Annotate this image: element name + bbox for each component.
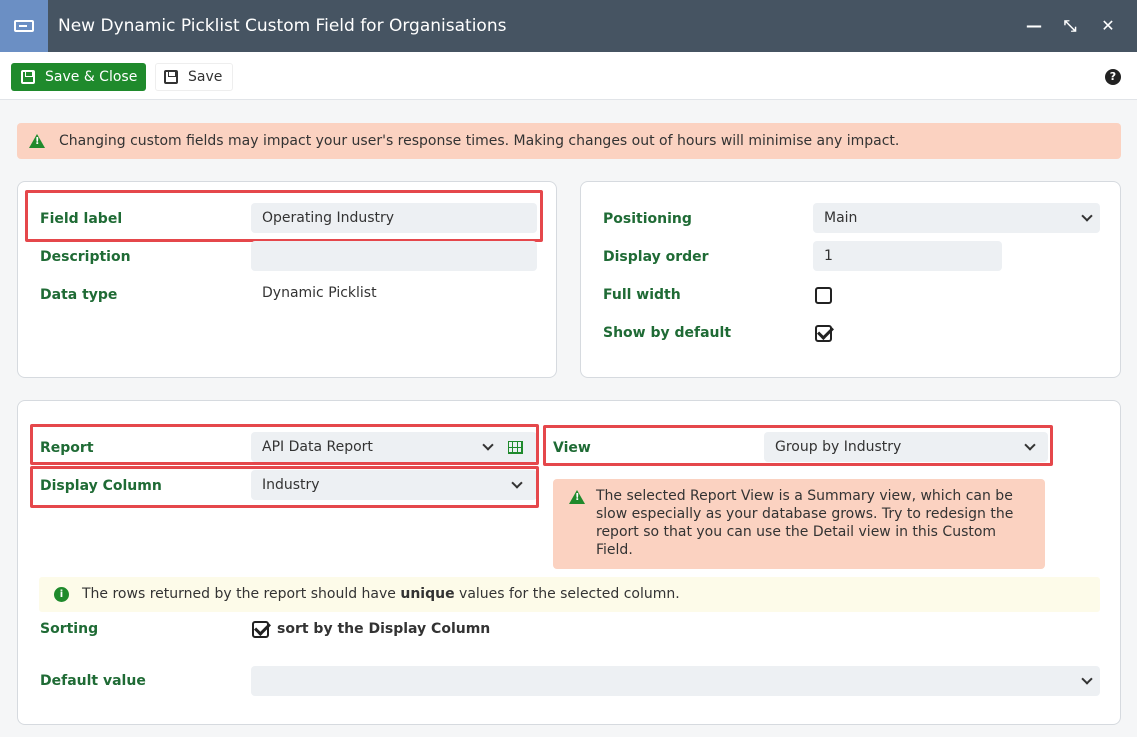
default-value-label: Default value xyxy=(40,673,146,689)
description-input[interactable] xyxy=(251,241,537,271)
info-suffix: values for the selected column. xyxy=(459,586,680,602)
view-value: Group by Industry xyxy=(775,439,902,455)
warning-banner-text: Changing custom fields may impact your u… xyxy=(59,133,900,149)
save-and-close-label: Save & Close xyxy=(45,69,138,85)
sorting-checkbox[interactable] xyxy=(252,621,269,638)
info-prefix: The rows returned by the report should h… xyxy=(82,586,396,602)
report-value: API Data Report xyxy=(262,439,373,455)
display-column-label: Display Column xyxy=(40,478,162,494)
save-icon xyxy=(21,70,35,84)
display-column-select[interactable]: Industry xyxy=(251,470,537,500)
form-icon xyxy=(0,0,48,52)
view-label: View xyxy=(553,440,591,456)
display-order-label: Display order xyxy=(603,249,709,265)
positioning-label: Positioning xyxy=(603,211,692,227)
minimize-icon[interactable]: — xyxy=(1024,16,1044,36)
save-and-close-button[interactable]: Save & Close xyxy=(11,63,146,91)
sorting-label: Sorting xyxy=(40,621,99,637)
positioning-value: Main xyxy=(824,210,858,226)
info-text: The rows returned by the report should h… xyxy=(82,586,680,602)
positioning-select[interactable]: Main xyxy=(813,203,1100,233)
help-icon[interactable]: ? xyxy=(1105,69,1121,85)
warning-banner: Changing custom fields may impact your u… xyxy=(17,123,1121,159)
info-icon: i xyxy=(54,587,69,602)
toolbar: Save & Close Save ? xyxy=(0,52,1137,100)
chevron-down-icon xyxy=(511,477,523,489)
info-bar: i The rows returned by the report should… xyxy=(39,577,1100,612)
show-by-default-label: Show by default xyxy=(603,325,732,341)
close-icon[interactable]: ✕ xyxy=(1098,16,1118,36)
maximize-icon[interactable]: ⤡ xyxy=(1060,16,1080,36)
window-titlebar: New Dynamic Picklist Custom Field for Or… xyxy=(0,0,1137,52)
window-title: New Dynamic Picklist Custom Field for Or… xyxy=(58,16,507,36)
info-emphasis: unique xyxy=(400,586,455,602)
view-warning-box: The selected Report View is a Summary vi… xyxy=(553,479,1045,569)
chevron-down-icon xyxy=(1024,439,1036,451)
data-type-value: Dynamic Picklist xyxy=(262,285,377,301)
chevron-down-icon xyxy=(482,439,494,451)
field-label-input[interactable]: Operating Industry xyxy=(251,203,537,233)
warning-icon xyxy=(569,490,585,504)
report-label: Report xyxy=(40,440,94,456)
full-width-checkbox[interactable] xyxy=(815,287,832,304)
save-icon xyxy=(164,70,178,84)
report-select[interactable]: API Data Report xyxy=(251,432,537,462)
warning-icon xyxy=(29,134,45,148)
sorting-option-label: sort by the Display Column xyxy=(277,621,491,637)
table-icon[interactable] xyxy=(508,441,523,454)
save-button[interactable]: Save xyxy=(155,63,233,91)
description-label: Description xyxy=(40,249,131,265)
view-warning-text: The selected Report View is a Summary vi… xyxy=(596,488,1014,558)
data-type-label: Data type xyxy=(40,287,118,303)
chevron-down-icon xyxy=(1081,673,1093,685)
view-select[interactable]: Group by Industry xyxy=(764,432,1048,462)
full-width-label: Full width xyxy=(603,287,681,303)
display-column-value: Industry xyxy=(262,477,320,493)
display-order-input[interactable]: 1 xyxy=(813,241,1002,271)
field-label-label: Field label xyxy=(40,211,123,227)
save-label: Save xyxy=(188,69,223,85)
chevron-down-icon xyxy=(1081,210,1093,222)
default-value-select[interactable] xyxy=(251,666,1100,696)
show-by-default-checkbox[interactable] xyxy=(815,325,832,342)
